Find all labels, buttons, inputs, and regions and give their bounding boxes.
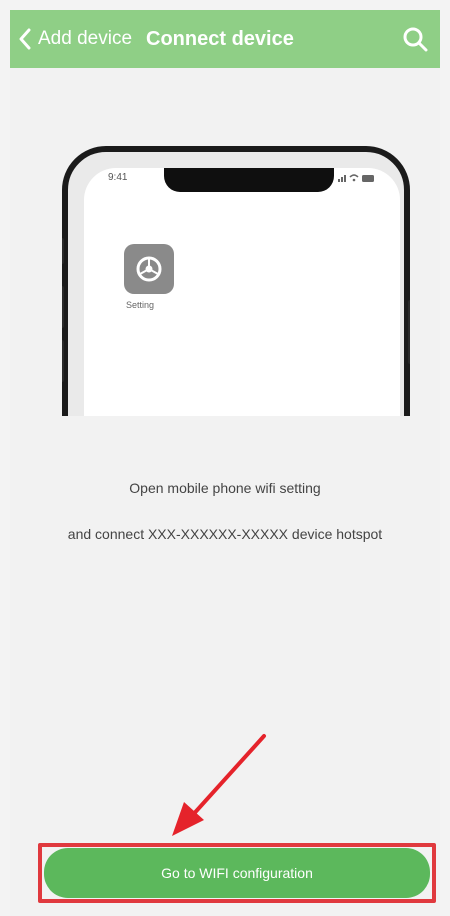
phone-illustration: 9:41 Setting bbox=[62, 146, 410, 416]
red-arrow-annotation bbox=[172, 734, 266, 836]
instruction-line-1: Open mobile phone wifi setting bbox=[129, 480, 321, 496]
page-title: Connect device bbox=[146, 27, 294, 50]
instruction-line-2: and connect XXX-XXXXXX-XXXXX device hots… bbox=[67, 526, 383, 542]
phone-side-button bbox=[62, 286, 64, 328]
search-icon[interactable] bbox=[402, 26, 428, 52]
phone-side-button bbox=[408, 300, 410, 364]
connect-device-page: Add device Connect device 9:41 Setting O… bbox=[10, 10, 440, 916]
signal-wifi-battery-icon bbox=[338, 174, 374, 182]
go-to-wifi-configuration-button[interactable]: Go to WIFI configuration bbox=[44, 848, 430, 898]
status-time: 9:41 bbox=[108, 172, 128, 183]
settings-app-label: Setting bbox=[126, 300, 155, 310]
phone-frame: 9:41 Setting bbox=[62, 146, 410, 416]
settings-app-icon bbox=[124, 244, 174, 294]
gear-icon bbox=[136, 256, 162, 282]
chevron-left-icon bbox=[19, 28, 31, 50]
phone-screen: 9:41 Setting bbox=[84, 168, 400, 416]
back-label: Add device bbox=[38, 28, 133, 49]
phone-side-button bbox=[62, 340, 64, 382]
top-header: Add device Connect device bbox=[10, 10, 440, 68]
status-icons bbox=[338, 173, 376, 185]
back-button[interactable]: Add device bbox=[18, 28, 132, 50]
phone-notch bbox=[164, 168, 334, 192]
phone-side-button bbox=[62, 238, 64, 264]
